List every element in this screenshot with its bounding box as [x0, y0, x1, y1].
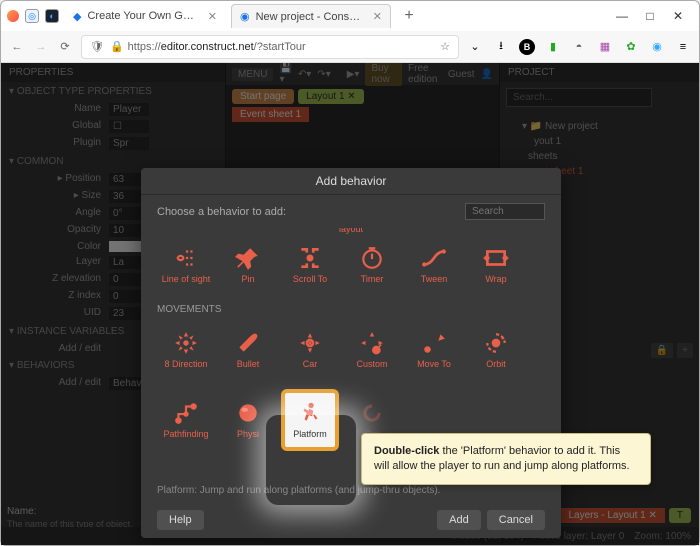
behavior-custom[interactable]: Custom	[343, 319, 401, 381]
tutorial-tooltip: Double-click the 'Platform' behavior to …	[361, 433, 651, 485]
ext-icon[interactable]: ▮	[545, 39, 561, 55]
ext-icon[interactable]: B	[519, 39, 535, 55]
address-bar: ← → ⟳ 🛡 🔒 https://editor.construct.net/?…	[1, 31, 699, 63]
behavior-pathfinding[interactable]: Pathfinding	[157, 389, 215, 451]
ext-icon[interactable]: ◉	[649, 39, 665, 55]
behavior-car[interactable]: Car	[281, 319, 339, 381]
url-path: /?startTour	[254, 41, 306, 53]
behavior-row: Line of sight Pin Scroll To Timer Tween …	[157, 234, 545, 296]
tab-favicon-icon: ◆	[73, 10, 81, 23]
behavior-tween[interactable]: Tween	[405, 234, 463, 296]
behavior-orbit[interactable]: Orbit	[467, 319, 525, 381]
add-button[interactable]: Add	[437, 510, 481, 530]
close-button[interactable]: ✕	[671, 9, 685, 23]
close-icon[interactable]: ✕	[373, 10, 382, 23]
cancel-button[interactable]: Cancel	[487, 510, 545, 530]
behavior-move-to[interactable]: Move To	[405, 319, 463, 381]
ext-icon[interactable]: ✿	[623, 39, 639, 55]
dialog-subtitle: Choose a behavior to add:	[157, 206, 286, 218]
behavior-pin[interactable]: Pin	[219, 234, 277, 296]
behavior-8-direction[interactable]: 8 Direction	[157, 319, 215, 381]
ext-icon[interactable]: ▦	[597, 39, 613, 55]
behavior-physics[interactable]: Physi	[219, 389, 277, 451]
behavior-search-input[interactable]	[465, 203, 545, 220]
app-icon-1: ◎	[25, 9, 39, 23]
ext-icon[interactable]: ◓	[571, 39, 587, 55]
maximize-button[interactable]: □	[643, 9, 657, 23]
tooltip-bold: Double-click	[374, 445, 439, 457]
behavior-wrap[interactable]: Wrap	[467, 234, 525, 296]
url-prefix: https://	[128, 41, 161, 53]
lock-icon: 🔒	[110, 40, 124, 53]
dialog-title: Add behavior	[141, 168, 561, 195]
bookmark-icon[interactable]: ☆	[440, 40, 450, 53]
tab-title: New project - Construct 3	[256, 11, 363, 23]
category-label: MOVEMENTS	[157, 304, 545, 315]
url-input[interactable]: 🛡 🔒 https://editor.construct.net/?startT…	[81, 35, 459, 59]
new-tab-button[interactable]: +	[397, 4, 421, 28]
download-icon[interactable]: ⭳	[493, 39, 509, 55]
minimize-button[interactable]: —	[615, 9, 629, 23]
firefox-icon	[7, 10, 19, 22]
reload-button[interactable]: ⟳	[57, 39, 73, 55]
url-host: editor.construct.net	[161, 41, 254, 53]
tab-favicon-icon: ◉	[240, 10, 250, 23]
back-button[interactable]: ←	[9, 39, 25, 55]
behavior-scroll-to[interactable]: Scroll To	[281, 234, 339, 296]
app-icon-2: ◐	[45, 9, 59, 23]
pocket-icon[interactable]: ⌄	[467, 39, 483, 55]
help-button[interactable]: Help	[157, 510, 204, 530]
window-titlebar: ◎ ◐ ◆ Create Your Own Games - Free T ✕ ◉…	[1, 1, 699, 31]
close-icon[interactable]: ✕	[208, 10, 217, 23]
behavior-line-of-sight[interactable]: Line of sight	[157, 234, 215, 296]
menu-icon[interactable]: ≡	[675, 39, 691, 55]
forward-button[interactable]: →	[33, 39, 49, 55]
browser-tab-1[interactable]: ◆ Create Your Own Games - Free T ✕	[65, 4, 225, 28]
behavior-bullet[interactable]: Bullet	[219, 319, 277, 381]
browser-tab-2[interactable]: ◉ New project - Construct 3 ✕	[231, 4, 391, 28]
shield-icon: 🛡	[90, 40, 104, 53]
behavior-platform[interactable]: Platform	[281, 389, 339, 451]
behavior-timer[interactable]: Timer	[343, 234, 401, 296]
tab-title: Create Your Own Games - Free T	[87, 10, 197, 22]
